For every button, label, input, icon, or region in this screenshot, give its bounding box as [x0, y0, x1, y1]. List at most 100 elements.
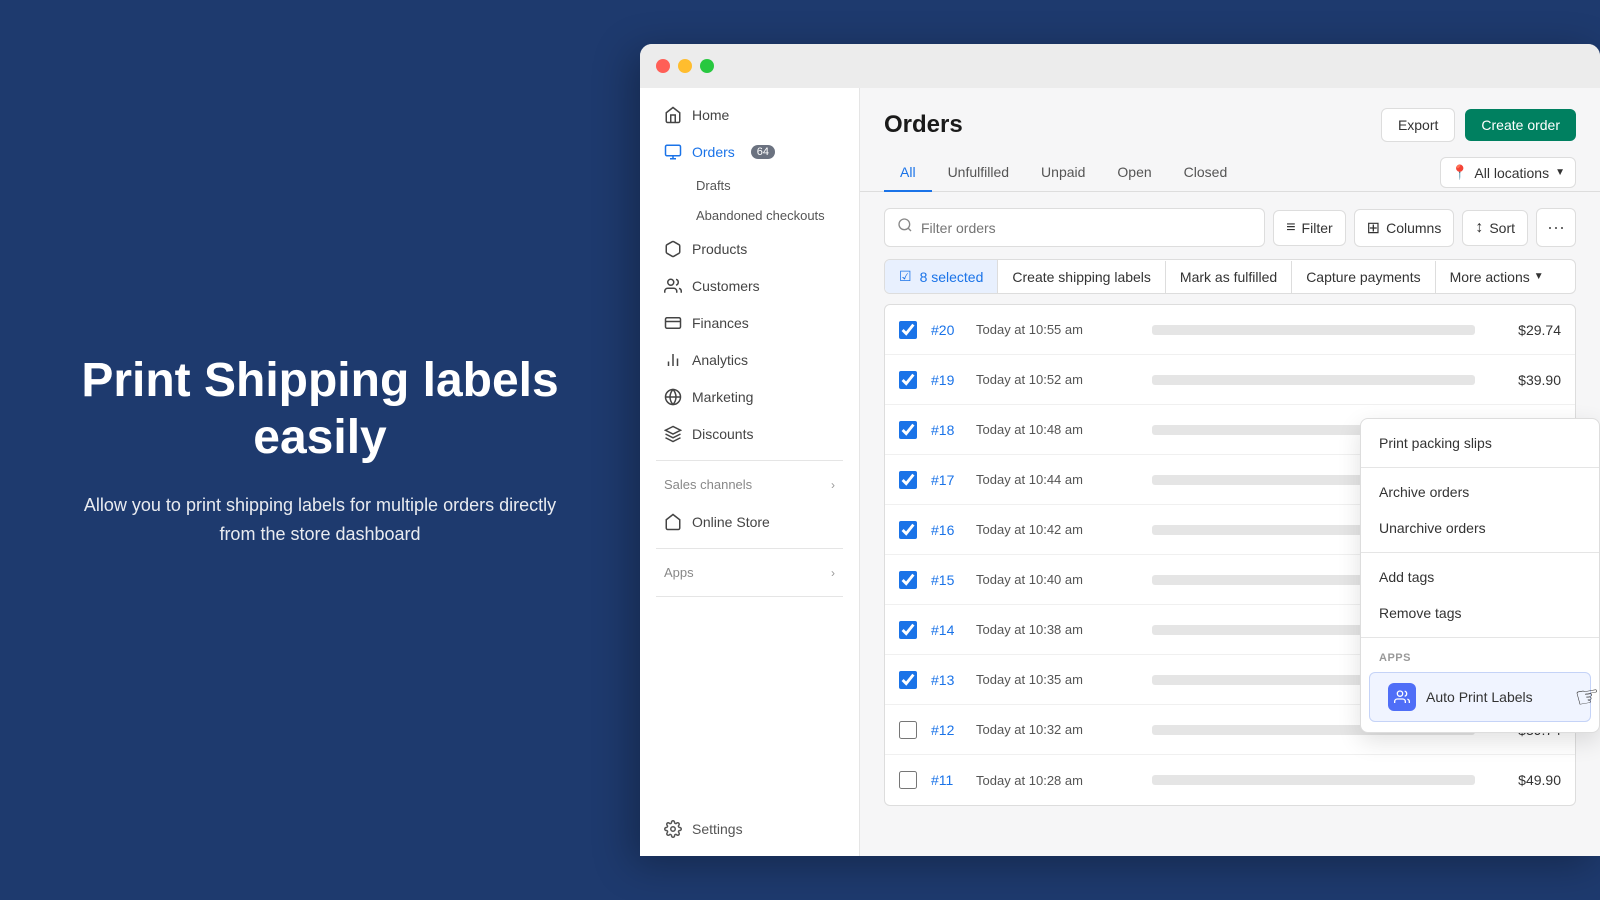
order-number[interactable]: #17 [931, 472, 976, 488]
hero-title: Print Shipping labels easily [60, 352, 580, 467]
maximize-button[interactable] [700, 59, 714, 73]
order-checkbox-4[interactable] [899, 521, 917, 539]
tab-unpaid[interactable]: Unpaid [1025, 154, 1101, 192]
settings-icon [664, 820, 682, 838]
order-time: Today at 10:42 am [976, 522, 1136, 537]
sidebar-item-home[interactable]: Home [648, 97, 851, 133]
sidebar-item-sales-channels[interactable]: Sales channels › [648, 469, 851, 500]
columns-icon: ⊞ [1367, 218, 1380, 238]
tab-open[interactable]: Open [1101, 154, 1167, 192]
dropdown-auto-print-labels[interactable]: Auto Print Labels ☞ [1369, 672, 1591, 722]
dropdown-apps-section-label: APPS [1361, 644, 1599, 668]
location-filter[interactable]: 📍 All locations ▼ [1440, 157, 1576, 188]
dropdown-add-tags[interactable]: Add tags [1361, 559, 1599, 595]
sidebar-item-marketing[interactable]: Marketing [648, 379, 851, 415]
order-status-bar [1152, 325, 1475, 335]
discounts-icon [664, 425, 682, 443]
order-number[interactable]: #15 [931, 572, 976, 588]
tab-all[interactable]: All [884, 154, 932, 192]
sort-button[interactable]: ↕ Sort [1462, 210, 1528, 246]
order-number[interactable]: #11 [931, 772, 976, 788]
order-checkbox-1[interactable] [899, 371, 917, 389]
customers-icon [664, 277, 682, 295]
finances-icon [664, 314, 682, 332]
sidebar-item-online-store[interactable]: Online Store [648, 504, 851, 540]
tab-closed[interactable]: Closed [1168, 154, 1244, 192]
analytics-label: Analytics [692, 352, 748, 368]
sidebar-item-apps[interactable]: Apps › [648, 557, 851, 588]
more-actions-label: More actions [1450, 269, 1530, 285]
order-checkbox-5[interactable] [899, 571, 917, 589]
more-actions-chevron-icon: ▼ [1534, 271, 1544, 282]
filter-label: Filter [1302, 220, 1333, 236]
location-chevron-icon: ▼ [1555, 167, 1565, 178]
order-number[interactable]: #13 [931, 672, 976, 688]
settings-label: Settings [692, 821, 743, 837]
sidebar-item-settings[interactable]: Settings [648, 811, 851, 847]
order-number[interactable]: #14 [931, 622, 976, 638]
columns-button[interactable]: ⊞ Columns [1354, 209, 1455, 247]
order-checkbox-9[interactable] [899, 771, 917, 789]
hero-subtitle: Allow you to print shipping labels for m… [80, 491, 560, 549]
minimize-button[interactable] [678, 59, 692, 73]
page-title: Orders [884, 111, 963, 139]
finances-label: Finances [692, 315, 749, 331]
sidebar-item-drafts[interactable]: Drafts [684, 171, 859, 200]
order-number[interactable]: #19 [931, 372, 976, 388]
sidebar-item-orders[interactable]: Orders 64 [648, 134, 851, 170]
tab-unfulfilled[interactable]: Unfulfilled [932, 154, 1025, 192]
dropdown-remove-tags[interactable]: Remove tags [1361, 595, 1599, 631]
browser-window: Home Orders 64 [640, 44, 1600, 856]
export-button[interactable]: Export [1381, 108, 1455, 142]
sidebar-item-abandoned[interactable]: Abandoned checkouts [684, 201, 859, 230]
order-number[interactable]: #12 [931, 722, 976, 738]
more-options-button[interactable]: ··· [1536, 208, 1576, 247]
dropdown-print-packing-slips[interactable]: Print packing slips [1361, 425, 1599, 461]
table-row: #11 Today at 10:28 am $49.90 [885, 755, 1575, 805]
dropdown-divider-3 [1361, 637, 1599, 638]
sidebar-sub-orders: Drafts Abandoned checkouts [684, 171, 859, 230]
order-checkbox-2[interactable] [899, 421, 917, 439]
auto-print-label: Auto Print Labels [1426, 689, 1533, 705]
create-shipping-labels-btn[interactable]: Create shipping labels [998, 261, 1166, 293]
abandoned-label: Abandoned checkouts [696, 208, 825, 223]
order-amount: $49.90 [1491, 772, 1561, 788]
sidebar-item-finances[interactable]: Finances [648, 305, 851, 341]
more-actions-btn[interactable]: More actions ▼ [1436, 261, 1558, 293]
search-input[interactable] [921, 220, 1252, 236]
order-checkbox-6[interactable] [899, 621, 917, 639]
sidebar-item-discounts[interactable]: Discounts [648, 416, 851, 452]
create-order-button[interactable]: Create order [1465, 109, 1576, 141]
table-row: #20 Today at 10:55 am $29.74 [885, 305, 1575, 355]
dropdown-archive-orders[interactable]: Archive orders [1361, 474, 1599, 510]
order-checkbox-0[interactable] [899, 321, 917, 339]
mark-fulfilled-btn[interactable]: Mark as fulfilled [1166, 261, 1292, 293]
order-number[interactable]: #20 [931, 322, 976, 338]
dropdown-unarchive-orders[interactable]: Unarchive orders [1361, 510, 1599, 546]
order-number[interactable]: #18 [931, 422, 976, 438]
order-checkbox-7[interactable] [899, 671, 917, 689]
toolbar: ≡ Filter ⊞ Columns ↕ Sort ··· [884, 208, 1576, 247]
order-time: Today at 10:44 am [976, 472, 1136, 487]
close-button[interactable] [656, 59, 670, 73]
order-checkbox-8[interactable] [899, 721, 917, 739]
order-time: Today at 10:52 am [976, 372, 1136, 387]
sidebar-item-products[interactable]: Products [648, 231, 851, 267]
sort-icon: ↕ [1475, 219, 1483, 237]
sidebar: Home Orders 64 [640, 88, 860, 856]
apps-chevron-icon: › [831, 566, 835, 580]
auto-print-app-icon [1388, 683, 1416, 711]
filter-button[interactable]: ≡ Filter [1273, 210, 1345, 246]
order-number[interactable]: #16 [931, 522, 976, 538]
sidebar-item-analytics[interactable]: Analytics [648, 342, 851, 378]
order-checkbox-3[interactable] [899, 471, 917, 489]
order-amount: $39.90 [1491, 372, 1561, 388]
drafts-label: Drafts [696, 178, 731, 193]
select-checkbox-icon: ☑ [899, 268, 912, 285]
selection-bar: ☑ 8 selected Create shipping labels Mark… [884, 259, 1576, 294]
sidebar-item-customers[interactable]: Customers [648, 268, 851, 304]
filter-icon: ≡ [1286, 219, 1295, 237]
order-time: Today at 10:28 am [976, 773, 1136, 788]
titlebar [640, 44, 1600, 88]
capture-payments-btn[interactable]: Capture payments [1292, 261, 1435, 293]
